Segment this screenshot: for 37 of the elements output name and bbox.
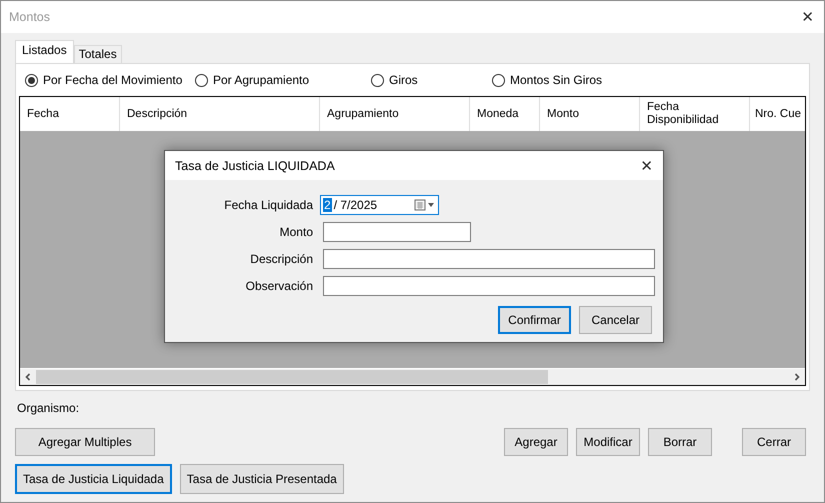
input-field[interactable] xyxy=(323,222,471,242)
radio-button[interactable] xyxy=(371,74,384,86)
radio-label[interactable]: Montos Sin Giros xyxy=(510,73,602,87)
action-button[interactable]: Agregar xyxy=(504,428,568,456)
tab[interactable]: Totales xyxy=(74,45,122,63)
organismo-label: Organismo: xyxy=(16,400,80,415)
action-button[interactable]: Modificar xyxy=(576,428,640,456)
tab[interactable]: Listados xyxy=(15,40,74,63)
action-button[interactable]: Cerrar xyxy=(742,428,806,456)
radio-button[interactable] xyxy=(195,74,208,86)
close-button[interactable]: ✕ xyxy=(638,156,655,174)
scroll-right-icon[interactable] xyxy=(793,373,801,381)
radio-button[interactable] xyxy=(25,74,38,86)
action-button[interactable]: Borrar xyxy=(648,428,712,456)
date-field[interactable]: 2 / 7/2025 xyxy=(320,195,439,215)
field-label: Descripción xyxy=(249,252,313,266)
dialog-button[interactable]: Confirmar xyxy=(498,306,571,334)
input-field[interactable] xyxy=(323,276,655,296)
field-label: Fecha Liquidada xyxy=(223,198,313,212)
horizontal-scrollbar[interactable] xyxy=(20,368,805,385)
radio-button[interactable] xyxy=(492,74,505,86)
radio-label[interactable]: Por Fecha del Movimiento xyxy=(43,73,182,87)
dialog-title: Tasa de Justicia LIQUIDADA xyxy=(175,158,335,172)
scroll-left-icon[interactable] xyxy=(24,373,32,381)
radio-label[interactable]: Por Agrupamiento xyxy=(213,73,310,87)
window-title: Montos xyxy=(9,10,50,24)
action-button[interactable]: Tasa de Justicia Presentada xyxy=(180,464,344,494)
close-button[interactable]: ✕ xyxy=(799,8,816,26)
field-label: Observación xyxy=(244,279,313,293)
add-multiple-button[interactable]: Agregar Multiples xyxy=(15,428,155,456)
action-button[interactable]: Tasa de Justicia Liquidada xyxy=(15,464,172,494)
column-header[interactable]: Nro. Cue xyxy=(750,97,805,131)
calendar-dropdown-icon[interactable] xyxy=(414,199,436,211)
radio-label[interactable]: Giros xyxy=(389,73,418,87)
input-field[interactable] xyxy=(323,249,655,269)
field-label: Monto xyxy=(278,225,313,239)
dialog-button[interactable]: Cancelar xyxy=(579,306,652,334)
